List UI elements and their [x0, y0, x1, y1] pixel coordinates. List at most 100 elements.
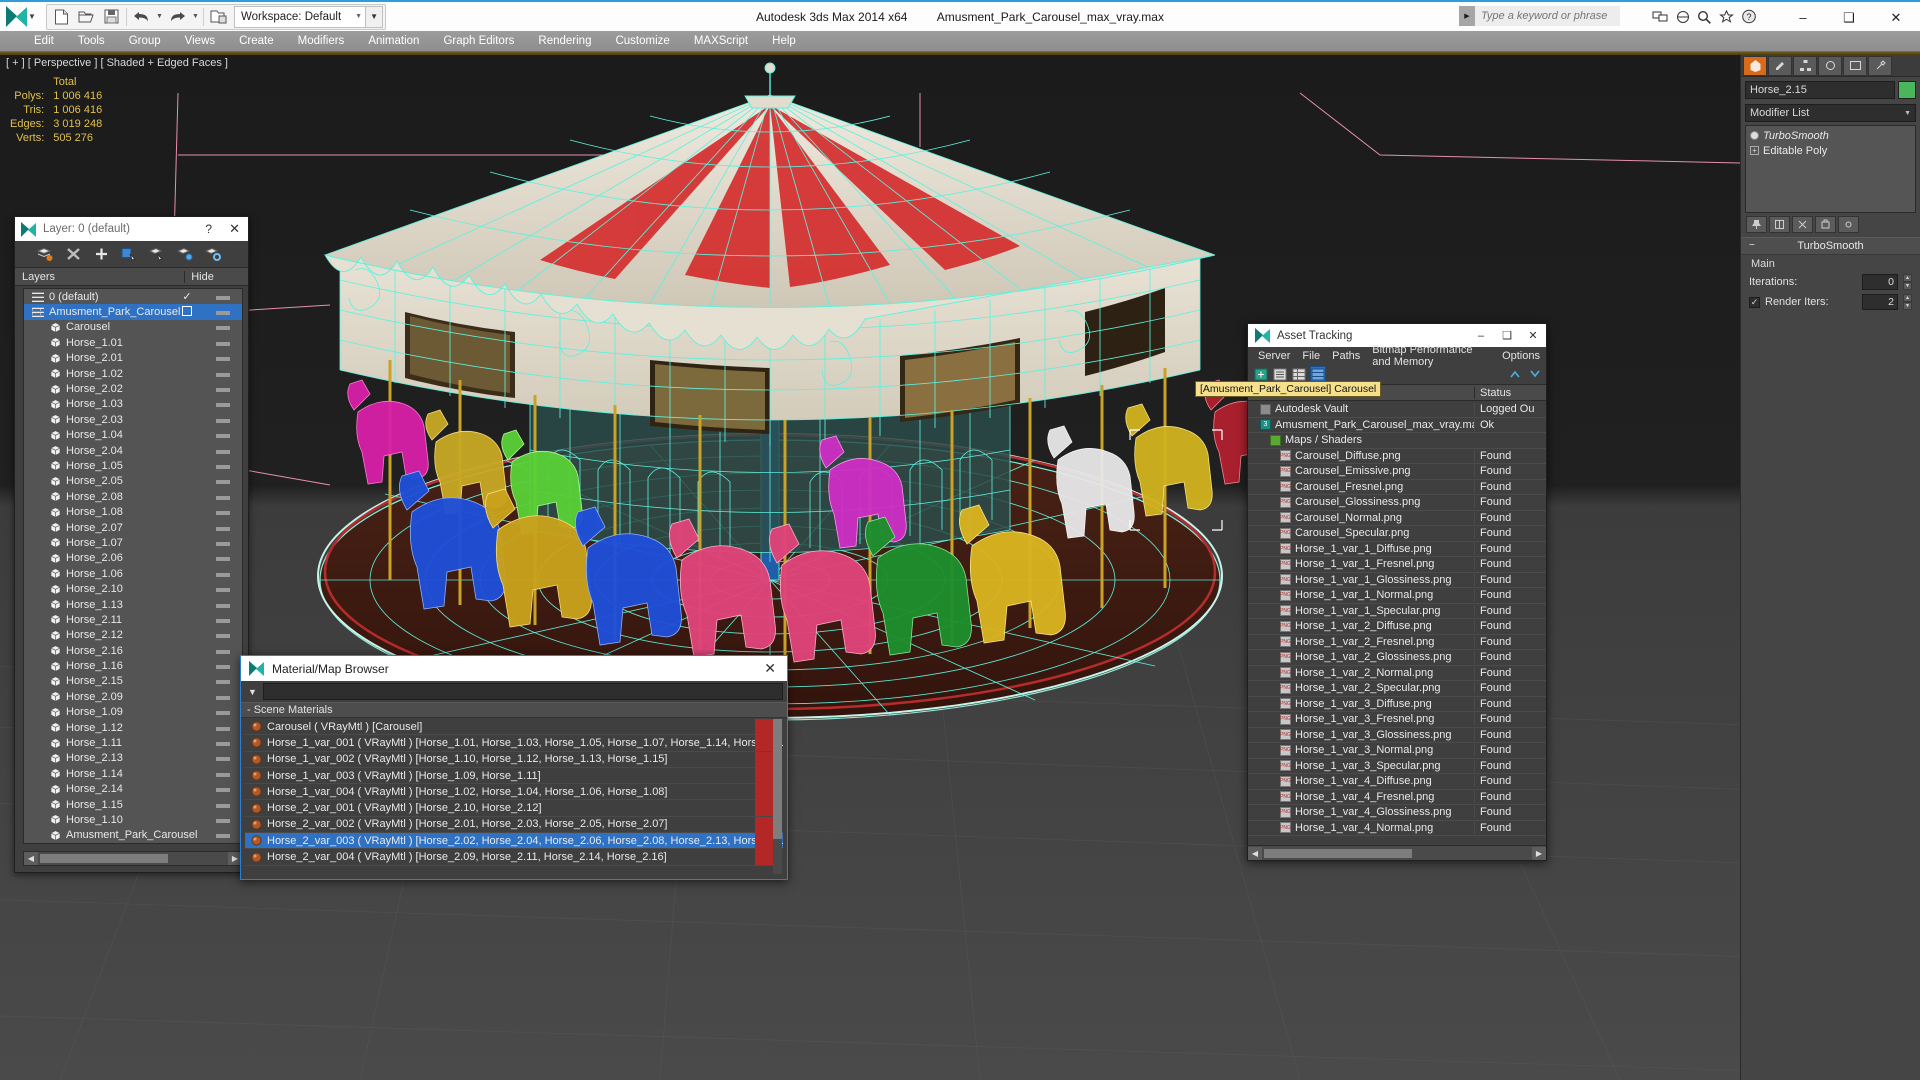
asset-menu-server[interactable]: Server — [1252, 350, 1296, 362]
layer-hide-cell[interactable] — [208, 429, 238, 441]
asset-row[interactable]: PNG Carousel_Diffuse.png Found — [1248, 449, 1546, 464]
asset-row[interactable]: PNG Horse_1_var_4_Normal.png Found — [1248, 821, 1546, 836]
asset-row[interactable]: PNG Carousel_Normal.png Found — [1248, 511, 1546, 526]
search-icon[interactable] — [1695, 7, 1714, 26]
asset-row[interactable]: PNG Horse_1_var_1_Specular.png Found — [1248, 604, 1546, 619]
expand-all-icon[interactable] — [1507, 366, 1523, 382]
table-view-icon[interactable] — [1291, 366, 1307, 382]
scroll-left-icon[interactable]: ◀ — [24, 852, 38, 865]
layer-object-row[interactable]: Amusment_Park_Carousel — [24, 828, 242, 843]
asset-row[interactable]: PNG Carousel_Specular.png Found — [1248, 526, 1546, 542]
asset-row[interactable]: PNG Horse_1_var_4_Glossiness.png Found — [1248, 805, 1546, 821]
layer-object-row[interactable]: Horse_2.11 — [24, 612, 242, 627]
maximize-button[interactable]: ❑ — [1494, 324, 1520, 347]
layer-hide-cell[interactable] — [208, 583, 238, 595]
menu-item-modifiers[interactable]: Modifiers — [286, 31, 357, 51]
layer-hide-cell[interactable] — [208, 752, 238, 764]
close-button[interactable]: ✕ — [229, 221, 248, 237]
viewport-label[interactable]: [ + ] [ Perspective ] [ Shaded + Edged F… — [6, 57, 228, 69]
layer-object-row[interactable]: Horse_2.16 — [24, 643, 242, 658]
asset-row[interactable]: PNG Horse_1_var_2_Diffuse.png Found — [1248, 619, 1546, 635]
undo-dropdown-icon[interactable]: ▼ — [154, 13, 165, 20]
asset-row[interactable]: PNG Horse_1_var_2_Glossiness.png Found — [1248, 650, 1546, 666]
make-unique-icon[interactable] — [1792, 216, 1813, 233]
modifier-stack[interactable]: TurboSmooth + Editable Poly — [1745, 125, 1916, 213]
layer-horizontal-scrollbar[interactable]: ◀ ▶ — [23, 851, 243, 866]
menu-item-maxscript[interactable]: MAXScript — [682, 31, 760, 51]
modifier-list-dropdown[interactable]: Modifier List ▼ — [1745, 104, 1916, 122]
layer-row[interactable]: –Amusment_Park_Carousel — [24, 304, 242, 320]
material-row[interactable]: Carousel ( VRayMtl ) [Carousel] — [245, 719, 783, 736]
add-to-layer-icon[interactable] — [93, 246, 109, 262]
layer-visible-check[interactable]: ✓ — [172, 290, 202, 303]
new-file-icon[interactable] — [49, 5, 74, 29]
asset-horizontal-scrollbar[interactable]: ◀ ▶ — [1248, 845, 1546, 860]
layer-object-row[interactable]: Horse_2.13 — [24, 751, 242, 766]
asset-menu-options[interactable]: Options — [1496, 350, 1546, 362]
layer-object-row[interactable]: Horse_1.05 — [24, 458, 242, 473]
layer-object-row[interactable]: Horse_2.12 — [24, 628, 242, 643]
layer-hide-cell[interactable] — [208, 368, 238, 380]
layer-object-row[interactable]: Horse_1.07 — [24, 535, 242, 550]
layer-hide-cell[interactable] — [208, 352, 238, 364]
asset-row[interactable]: PNG Horse_1_var_1_Glossiness.png Found — [1248, 573, 1546, 588]
autodesk-360-icon[interactable] — [1673, 7, 1692, 26]
select-layer-icon[interactable] — [149, 246, 165, 262]
stack-item-turbosmooth[interactable]: TurboSmooth — [1748, 128, 1913, 143]
asset-row[interactable]: PNG Horse_1_var_3_Specular.png Found — [1248, 759, 1546, 774]
close-button[interactable]: ✕ — [1872, 2, 1920, 33]
material-row[interactable]: Horse_2_var_001 ( VRayMtl ) [Horse_2.10,… — [245, 800, 783, 817]
layer-object-row[interactable]: Horse_2.15 — [24, 674, 242, 689]
asset-tracking-dialog[interactable]: Asset Tracking – ❑ ✕ Server File Paths Bitm… — [1247, 323, 1547, 861]
help-button[interactable]: ? — [205, 222, 222, 236]
lightbulb-icon[interactable] — [1750, 131, 1759, 140]
asset-row[interactable]: PNG Horse_1_var_3_Fresnel.png Found — [1248, 712, 1546, 728]
material-list-scrollbar[interactable] — [773, 719, 782, 874]
layer-object-row[interactable]: Horse_1.02 — [24, 366, 242, 381]
layer-hide-cell[interactable] — [208, 768, 238, 780]
save-file-icon[interactable] — [99, 5, 124, 29]
layer-object-row[interactable]: Horse_1.14 — [24, 766, 242, 781]
tab-create[interactable] — [1743, 55, 1767, 76]
tab-utilities[interactable] — [1868, 55, 1892, 76]
select-objects-in-layer-icon[interactable] — [121, 246, 137, 262]
material-row[interactable]: Horse_2_var_003 ( VRayMtl ) [Horse_2.02,… — [245, 833, 783, 850]
help-icon[interactable]: ? — [1739, 7, 1758, 26]
render-iters-checkbox[interactable]: ✓ — [1749, 296, 1760, 308]
search-dropdown-icon[interactable]: ▶ — [1459, 6, 1475, 26]
layer-object-row[interactable]: Horse_2.09 — [24, 689, 242, 704]
layer-hide-cell[interactable] — [208, 306, 238, 318]
open-file-icon[interactable] — [74, 5, 99, 29]
layer-dialog[interactable]: Layer: 0 (default) ? ✕ Layers Hide 0 (de… — [14, 216, 249, 873]
list-view-icon[interactable] — [1272, 366, 1288, 382]
undo-icon[interactable] — [129, 5, 154, 29]
menu-item-graph-editors[interactable]: Graph Editors — [431, 31, 526, 51]
layer-object-row[interactable]: Horse_2.03 — [24, 412, 242, 427]
asset-row[interactable]: PNG Carousel_Emissive.png Found — [1248, 464, 1546, 480]
object-color-swatch[interactable] — [1898, 81, 1916, 99]
layer-hide-cell[interactable] — [208, 475, 238, 487]
material-row[interactable]: Horse_2_var_004 ( VRayMtl ) [Horse_2.09,… — [245, 849, 783, 866]
layer-object-row[interactable]: Horse_1.01 — [24, 335, 242, 350]
collapse-all-icon[interactable] — [1527, 366, 1543, 382]
layer-hide-cell[interactable] — [208, 722, 238, 734]
asset-row[interactable]: PNG Horse_1_var_2_Normal.png Found — [1248, 666, 1546, 681]
layer-object-row[interactable]: Horse_1.15 — [24, 797, 242, 812]
layer-object-row[interactable]: Horse_1.13 — [24, 597, 242, 612]
iterations-value[interactable]: 0 — [1862, 274, 1898, 290]
layer-hide-cell[interactable] — [208, 414, 238, 426]
material-row[interactable]: Horse_2_var_002 ( VRayMtl ) [Horse_2.01,… — [245, 816, 783, 834]
maximize-button[interactable]: ❑ — [1826, 2, 1872, 33]
asset-row[interactable]: PNG Horse_1_var_4_Fresnel.png Found — [1248, 790, 1546, 805]
layer-settings-icon[interactable] — [205, 246, 221, 262]
render-iters-spinner[interactable]: ▲ ▼ — [1903, 294, 1912, 310]
tree-view-icon[interactable] — [1310, 366, 1326, 382]
layer-hide-cell[interactable] — [208, 737, 238, 749]
scene-materials-group-header[interactable]: - Scene Materials — [241, 702, 787, 718]
scrollbar-thumb[interactable] — [773, 719, 782, 839]
asset-row[interactable]: PNG Horse_1_var_1_Normal.png Found — [1248, 588, 1546, 604]
asset-menu-paths[interactable]: Paths — [1326, 350, 1366, 362]
tab-display[interactable] — [1843, 55, 1867, 76]
layer-hide-cell[interactable] — [208, 660, 238, 672]
expand-plus-icon[interactable]: + — [1750, 146, 1759, 155]
